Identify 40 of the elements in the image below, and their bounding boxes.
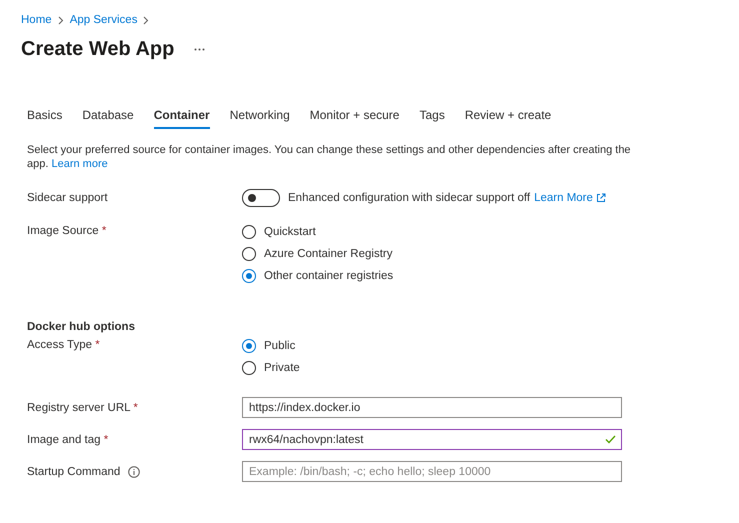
radio-icon[interactable]: [242, 361, 256, 375]
text-field[interactable]: rwx64/nachovpn:latest: [242, 429, 622, 450]
chevron-right-icon: [143, 16, 150, 24]
page-title: Create Web App: [21, 38, 174, 61]
radio-option[interactable]: Other container registries: [242, 269, 394, 283]
description-text: Select your preferred source for container images. You can change these settings and other dependencies after creating the app. Learn more: [27, 143, 632, 171]
field-label: Image and tag *: [27, 434, 108, 446]
sidecar-toggle[interactable]: [242, 189, 280, 207]
learn-more-link[interactable]: Learn more: [51, 158, 108, 170]
radio-option[interactable]: Azure Container Registry: [242, 247, 392, 261]
radio-option[interactable]: Quickstart: [242, 225, 316, 239]
radio-option[interactable]: Private: [242, 361, 300, 375]
breadcrumb-link[interactable]: App Services: [70, 14, 138, 26]
tab[interactable]: Container: [154, 104, 210, 129]
text-field[interactable]: Example: /bin/bash; -c; echo hello; sleep 10000: [242, 461, 622, 482]
tab[interactable]: Networking: [230, 104, 290, 129]
radio-icon[interactable]: [242, 225, 256, 239]
field-label: Access Type *: [27, 339, 101, 351]
tab[interactable]: Database: [82, 104, 134, 129]
tab[interactable]: Monitor + secure: [310, 104, 400, 129]
external-link-icon: [596, 193, 606, 203]
radio-option[interactable]: Public: [242, 339, 296, 353]
radio-icon[interactable]: [242, 269, 256, 283]
field-label: Sidecar support: [27, 192, 109, 204]
radio-icon[interactable]: [242, 247, 256, 261]
chevron-right-icon: [58, 16, 64, 24]
text-field[interactable]: https://index.docker.io: [242, 397, 622, 418]
section-heading: Docker hub options: [27, 321, 136, 333]
info-icon[interactable]: [128, 466, 140, 478]
tab[interactable]: Tags: [419, 104, 445, 129]
toggle-caption: Enhanced configuration with sidecar support off: [288, 192, 530, 204]
more-options-icon[interactable]: [194, 48, 206, 51]
tab[interactable]: Review + create: [464, 104, 552, 129]
field-label: Startup Command: [27, 466, 120, 478]
field-label: Registry server URL *: [27, 402, 138, 414]
field-label: Image Source *: [27, 225, 108, 237]
radio-icon[interactable]: [242, 339, 256, 353]
learn-more-link[interactable]: Learn More: [534, 192, 593, 204]
breadcrumb-link[interactable]: Home: [21, 14, 52, 26]
tab[interactable]: Basics: [27, 104, 62, 129]
